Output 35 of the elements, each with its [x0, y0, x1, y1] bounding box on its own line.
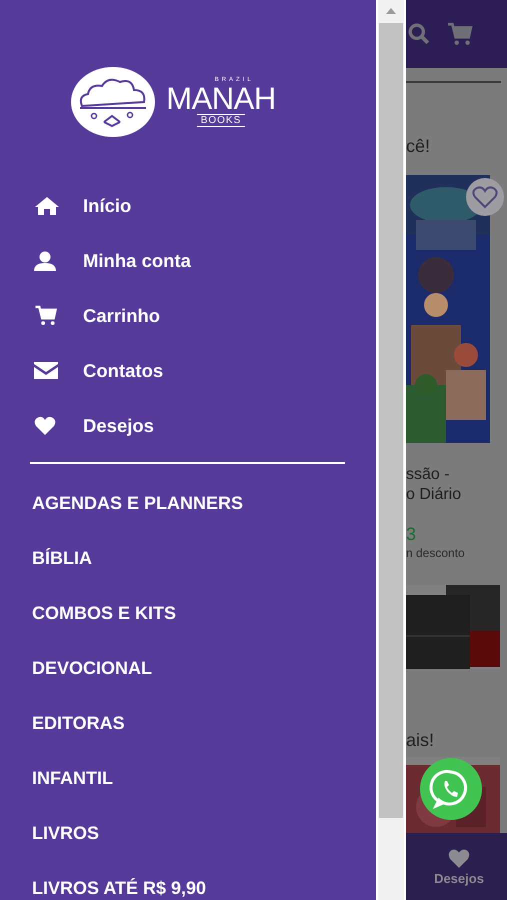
- category-link[interactable]: AGENDAS E PLANNERS: [32, 476, 376, 531]
- chat-bubble-icon[interactable]: [420, 758, 482, 820]
- category-link[interactable]: BÍBLIA: [32, 531, 376, 586]
- category-link[interactable]: COMBOS E KITS: [32, 586, 376, 641]
- heart-icon[interactable]: [448, 848, 470, 868]
- menu-item[interactable]: Início: [83, 194, 132, 216]
- product-price: 3: [406, 523, 418, 545]
- scroll-up-icon[interactable]: [386, 8, 396, 14]
- menu-item[interactable]: Desejos: [83, 414, 154, 436]
- cloud-book-logo-icon: [70, 66, 156, 138]
- home-icon: [34, 196, 60, 216]
- mail-icon: [34, 362, 58, 379]
- menu-item[interactable]: Minha conta: [83, 250, 191, 272]
- tab-label[interactable]: Desejos: [434, 870, 484, 886]
- section-title: cê!: [406, 135, 432, 157]
- logo-tagline: BOOKS: [196, 114, 246, 127]
- menu-item[interactable]: Carrinho: [83, 304, 160, 326]
- logo-wordmark: MANAH: [166, 84, 276, 114]
- product-title: o Diário: [406, 485, 462, 505]
- user-icon: [34, 250, 56, 270]
- category-link[interactable]: EDITORAS: [32, 696, 376, 751]
- search-icon[interactable]: [408, 23, 430, 45]
- heart-icon: [34, 416, 56, 435]
- cart-icon: [34, 305, 58, 326]
- scrollbar-thumb[interactable]: [379, 23, 403, 818]
- cart-icon[interactable]: [447, 22, 473, 46]
- section-title: ais!: [406, 729, 436, 751]
- category-link[interactable]: DEVOCIONAL: [32, 641, 376, 696]
- category-link[interactable]: LIVROS ATÉ R$ 9,90: [32, 861, 376, 900]
- product-title: ssão -: [406, 465, 451, 485]
- category-link[interactable]: LIVROS: [32, 806, 376, 861]
- menu-item[interactable]: Contatos: [83, 360, 164, 382]
- scrollbar[interactable]: [376, 0, 406, 900]
- category-link[interactable]: INFANTIL: [32, 751, 376, 806]
- discount-note: n desconto: [406, 545, 466, 561]
